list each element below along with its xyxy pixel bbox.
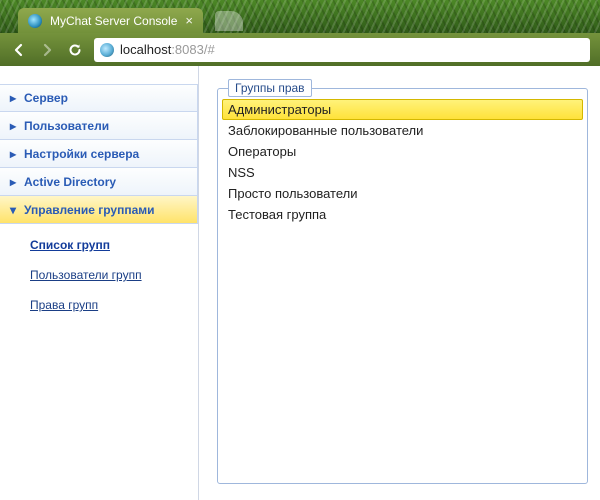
reload-button[interactable] xyxy=(66,41,84,59)
sidebar-item-label: Сервер xyxy=(24,91,68,105)
browser-tab[interactable]: MyChat Server Console × xyxy=(18,8,203,33)
group-list: Администраторы Заблокированные пользоват… xyxy=(218,89,587,229)
groupbox-legend: Группы прав xyxy=(228,79,312,97)
sidebar-item-label: Пользователи xyxy=(24,119,109,133)
sidebar-item-users[interactable]: ▸ Пользователи xyxy=(0,112,198,140)
url-text: localhost:8083/# xyxy=(120,42,215,57)
browser-tabstrip: MyChat Server Console × xyxy=(0,0,600,33)
tab-favicon xyxy=(28,14,42,28)
main-panel: Группы прав Администраторы Заблокированн… xyxy=(199,66,600,500)
sidebar-item-active-directory[interactable]: ▸ Active Directory xyxy=(0,168,198,196)
subnav-group-users[interactable]: Пользователи групп xyxy=(30,268,198,282)
list-item[interactable]: Тестовая группа xyxy=(222,204,583,225)
sidebar-item-server[interactable]: ▸ Сервер xyxy=(0,84,198,112)
groupbox-rights-groups: Группы прав Администраторы Заблокированн… xyxy=(217,88,588,484)
chevron-right-icon: ▸ xyxy=(8,91,18,105)
list-item[interactable]: NSS xyxy=(222,162,583,183)
chevron-right-icon: ▸ xyxy=(8,119,18,133)
sidebar-item-server-settings[interactable]: ▸ Настройки сервера xyxy=(0,140,198,168)
app-content: ▸ Сервер ▸ Пользователи ▸ Настройки серв… xyxy=(0,66,600,500)
browser-toolbar: localhost:8083/# xyxy=(0,33,600,66)
subnav-group-list[interactable]: Список групп xyxy=(30,238,198,252)
back-button[interactable] xyxy=(10,41,28,59)
list-item[interactable]: Операторы xyxy=(222,141,583,162)
address-bar[interactable]: localhost:8083/# xyxy=(94,38,590,62)
new-tab-button[interactable] xyxy=(215,11,243,31)
sidebar: ▸ Сервер ▸ Пользователи ▸ Настройки серв… xyxy=(0,66,199,500)
tab-title: MyChat Server Console xyxy=(50,14,177,28)
globe-icon xyxy=(100,43,114,57)
list-item[interactable]: Заблокированные пользователи xyxy=(222,120,583,141)
chevron-right-icon: ▸ xyxy=(8,147,18,161)
url-rest: :8083/# xyxy=(171,42,214,57)
list-item[interactable]: Администраторы xyxy=(222,99,583,120)
sidebar-item-group-management[interactable]: ▾ Управление группами xyxy=(0,196,198,224)
chevron-down-icon: ▾ xyxy=(8,203,18,217)
sidebar-item-label: Настройки сервера xyxy=(24,147,139,161)
forward-button[interactable] xyxy=(38,41,56,59)
sidebar-subnav: Список групп Пользователи групп Права гр… xyxy=(0,224,198,332)
sidebar-item-label: Active Directory xyxy=(24,175,116,189)
subnav-group-rights[interactable]: Права групп xyxy=(30,298,198,312)
close-icon[interactable]: × xyxy=(185,14,193,27)
list-item[interactable]: Просто пользователи xyxy=(222,183,583,204)
sidebar-item-label: Управление группами xyxy=(24,203,155,217)
url-host: localhost xyxy=(120,42,171,57)
chevron-right-icon: ▸ xyxy=(8,175,18,189)
